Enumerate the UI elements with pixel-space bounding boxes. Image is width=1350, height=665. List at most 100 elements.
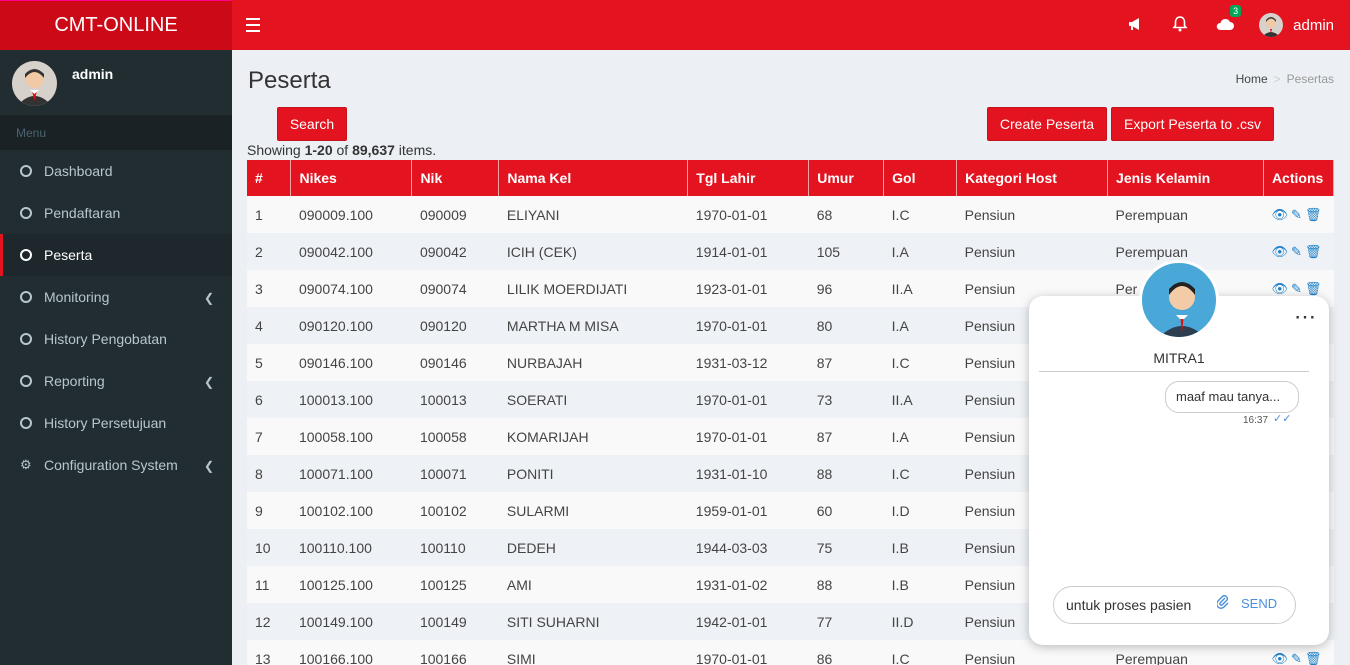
table-cell: 100058.100 bbox=[298, 428, 373, 445]
bell-icon[interactable] bbox=[1171, 15, 1191, 35]
breadcrumb-separator: > bbox=[1273, 72, 1281, 86]
table-cell: LILIK MOERDIJATI bbox=[506, 280, 628, 297]
delete-trash-icon[interactable]: 🗑 bbox=[1305, 281, 1322, 296]
table-cell: 1914-01-01 bbox=[695, 243, 768, 260]
sidebar-item-dashboard[interactable]: Dashboard bbox=[0, 150, 232, 192]
app-logo[interactable]: CMT-ONLINE bbox=[0, 0, 232, 50]
table-cell: 090120 bbox=[419, 317, 467, 334]
column-header[interactable]: Nama Kel bbox=[498, 160, 689, 196]
breadcrumb-home[interactable]: Home bbox=[1236, 72, 1268, 86]
chevron-left-icon: ❮ bbox=[203, 291, 214, 305]
view-eye-icon[interactable]: 👁 bbox=[1271, 207, 1288, 222]
view-eye-icon[interactable]: 👁 bbox=[1271, 281, 1288, 296]
sidebar-item-pendaftaran[interactable]: Pendaftaran bbox=[0, 192, 232, 234]
delete-trash-icon[interactable]: 🗑 bbox=[1305, 651, 1322, 665]
sidebar-item-history-pengobatan[interactable]: History Pengobatan bbox=[0, 318, 232, 360]
edit-pencil-icon[interactable]: ✎ bbox=[1291, 207, 1302, 222]
table-cell: PONITI bbox=[506, 465, 554, 482]
table-cell: 75 bbox=[816, 539, 833, 556]
column-header: Actions bbox=[1263, 160, 1335, 196]
column-header[interactable]: Jenis Kelamin bbox=[1107, 160, 1264, 196]
chevron-left-icon: ❮ bbox=[203, 459, 214, 473]
table-cell: 12 bbox=[255, 613, 271, 630]
edit-pencil-icon[interactable]: ✎ bbox=[1291, 281, 1302, 296]
sidebar-item-label: Reporting bbox=[44, 373, 105, 389]
column-header[interactable]: Kategori Host bbox=[956, 160, 1109, 196]
table-cell: 100149.100 bbox=[298, 613, 373, 630]
table-cell: AMI bbox=[506, 576, 532, 593]
search-button[interactable]: Search bbox=[277, 107, 347, 141]
table-cell: 100102.100 bbox=[298, 502, 373, 519]
table-cell: 090146 bbox=[419, 354, 467, 371]
table-cell: II.A bbox=[891, 280, 913, 297]
column-header[interactable]: Gol bbox=[883, 160, 958, 196]
sidebar-item-peserta[interactable]: Peserta bbox=[0, 234, 232, 276]
circle-icon bbox=[20, 165, 32, 177]
table-cell: SITI SUHARNI bbox=[506, 613, 600, 630]
edit-pencil-icon[interactable]: ✎ bbox=[1291, 651, 1302, 665]
sidebar: admin Menu Dashboard Pendaftaran Peserta… bbox=[0, 50, 232, 665]
table-cell: II.D bbox=[891, 613, 914, 630]
table-cell: 1944-03-03 bbox=[695, 539, 768, 556]
table-cell: 090074 bbox=[419, 280, 467, 297]
chat-more-icon[interactable]: ⋯ bbox=[1294, 304, 1317, 330]
table-cell: 100110 bbox=[419, 539, 466, 556]
sidebar-item-reporting[interactable]: Reporting ❮ bbox=[0, 360, 232, 402]
top-navbar: 3 admin bbox=[232, 0, 1350, 50]
table-cell: 1923-01-01 bbox=[695, 280, 768, 297]
table-row: 1 090009.100 090009 ELIYANI 1970-01-01 68 I.C P… bbox=[247, 196, 1334, 233]
column-header[interactable]: # bbox=[247, 160, 292, 196]
breadcrumb: Home > Pesertas bbox=[1236, 72, 1334, 86]
cloud-icon[interactable]: 3 bbox=[1215, 5, 1242, 35]
table-cell: 100125.100 bbox=[298, 576, 373, 593]
view-eye-icon[interactable]: 👁 bbox=[1271, 244, 1288, 259]
table-cell: 68 bbox=[816, 206, 833, 223]
actions-cell: 👁✎🗑 bbox=[1263, 233, 1333, 270]
table-cell: 100149 bbox=[419, 613, 467, 630]
paperclip-icon[interactable] bbox=[1216, 595, 1229, 612]
column-header[interactable]: Tgl Lahir bbox=[687, 160, 810, 196]
delete-trash-icon[interactable]: 🗑 bbox=[1305, 207, 1322, 222]
table-cell: II.A bbox=[891, 391, 913, 408]
sidebar-item-history-persetujuan[interactable]: History Persetujuan bbox=[0, 402, 232, 444]
view-eye-icon[interactable]: 👁 bbox=[1271, 651, 1288, 665]
circle-icon bbox=[20, 375, 32, 387]
chevron-left-icon: ❮ bbox=[203, 375, 214, 389]
delete-trash-icon[interactable]: 🗑 bbox=[1305, 244, 1322, 259]
hamburger-menu-icon[interactable] bbox=[246, 14, 260, 34]
breadcrumb-current: Pesertas bbox=[1286, 72, 1334, 86]
sidebar-item-label: Configuration System bbox=[44, 457, 178, 473]
column-header[interactable]: Nik bbox=[411, 160, 500, 196]
table-cell: 1970-01-01 bbox=[695, 391, 768, 408]
table-cell: 9 bbox=[255, 502, 263, 519]
sidebar-item-label: Monitoring bbox=[44, 289, 110, 305]
table-cell: 1970-01-01 bbox=[695, 206, 768, 223]
table-cell: 60 bbox=[816, 502, 833, 519]
sidebar-item-label: Peserta bbox=[44, 247, 93, 263]
table-cell: 77 bbox=[816, 613, 833, 630]
table-cell: Pensiun bbox=[964, 243, 1016, 260]
sidebar-item-configuration-system[interactable]: ⚙ Configuration System ❮ bbox=[0, 444, 232, 486]
menu-header: Menu bbox=[0, 115, 232, 150]
create-peserta-button[interactable]: Create Peserta bbox=[987, 107, 1107, 141]
export-csv-button[interactable]: Export Peserta to .csv bbox=[1111, 107, 1274, 141]
chat-divider bbox=[1039, 371, 1309, 372]
table-cell: Perempuan bbox=[1115, 206, 1188, 223]
table-cell: 1931-01-10 bbox=[695, 465, 768, 482]
table-cell: 1931-01-02 bbox=[695, 576, 768, 593]
megaphone-icon[interactable] bbox=[1127, 15, 1147, 35]
circle-icon bbox=[20, 417, 32, 429]
table-cell: 100166.100 bbox=[298, 650, 373, 665]
column-header[interactable]: Nikes bbox=[290, 160, 413, 196]
table-cell: 105 bbox=[816, 243, 841, 260]
column-header[interactable]: Umur bbox=[808, 160, 885, 196]
chat-message-bubble: maaf mau tanya... bbox=[1165, 381, 1299, 413]
edit-pencil-icon[interactable]: ✎ bbox=[1291, 244, 1302, 259]
sidebar-item-monitoring[interactable]: Monitoring ❮ bbox=[0, 276, 232, 318]
user-menu[interactable]: admin bbox=[1259, 13, 1334, 37]
table-cell: 80 bbox=[816, 317, 833, 334]
chat-send-button[interactable]: SEND bbox=[1241, 596, 1277, 611]
circle-icon bbox=[20, 333, 32, 345]
table-cell: 88 bbox=[816, 465, 833, 482]
sidebar-item-label: History Pengobatan bbox=[44, 331, 167, 347]
